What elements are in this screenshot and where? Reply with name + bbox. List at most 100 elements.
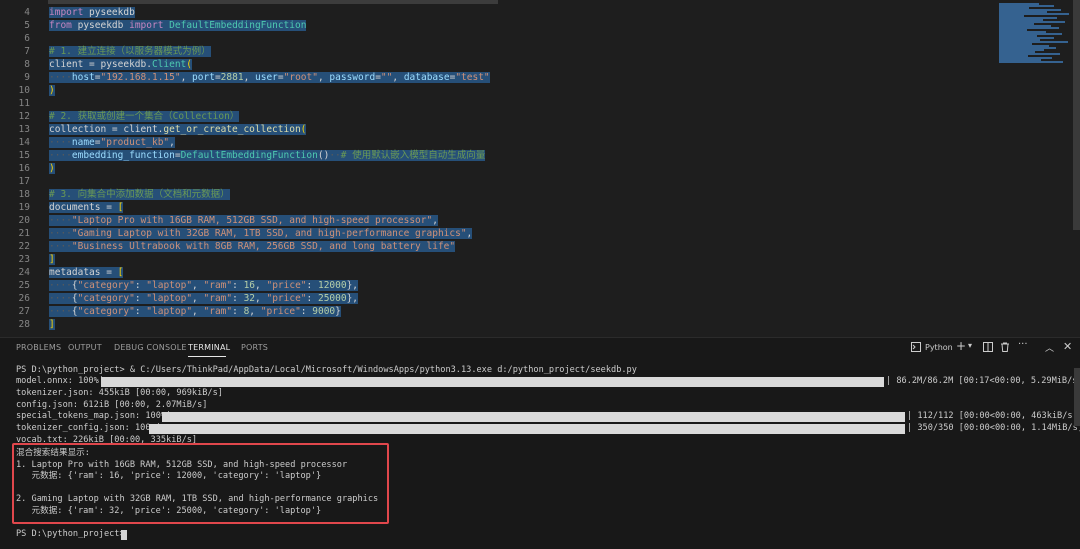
code-line[interactable]: 20 ····"Laptop Pro with 16GB RAM, 512GB S… — [0, 214, 995, 227]
code-line[interactable]: 11 — [0, 97, 995, 110]
code-editor[interactable]: 4 import pyseekdb 5 from pyseekdb import De… — [0, 0, 1080, 337]
code-line[interactable]: 28] — [0, 318, 995, 331]
ellipsis-icon[interactable]: ··· — [1018, 339, 1028, 350]
code-text: ) — [49, 163, 55, 174]
line-number: 14 — [18, 137, 30, 148]
code-line[interactable]: 9 ····host="192.168.1.15", port=2881, use… — [0, 71, 995, 84]
code-line[interactable]: 18 # 3. 向集合中添加数据（文档和元数据） — [0, 188, 995, 201]
line-number: 13 — [18, 124, 30, 135]
trash-icon[interactable] — [1000, 342, 1010, 355]
line-number: 18 — [18, 189, 30, 200]
line-number: 19 — [18, 202, 30, 213]
code-text: documents = [ — [49, 202, 124, 213]
code-line[interactable]: 10) — [0, 84, 995, 97]
line-number: 25 — [18, 280, 30, 291]
code-text: ····{"category": "laptop", "ram": 16, "p… — [49, 280, 359, 291]
code-line[interactable]: 26 ····{"category": "laptop", "ram": 32, … — [0, 292, 995, 305]
chevron-down-icon[interactable]: ▾ — [968, 341, 972, 350]
code-text: client = pyseekdb.Client( — [49, 59, 193, 70]
code-text: # 1. 建立连接（以服务器模式为例） — [49, 46, 211, 57]
code-line[interactable]: 17 — [0, 175, 995, 188]
line-number: 4 — [24, 7, 30, 18]
code-line[interactable]: 19 documents = [ — [0, 201, 995, 214]
code-line[interactable]: 22 ····"Business Ultrabook with 8GB RAM, … — [0, 240, 995, 253]
tab-ports[interactable]: PORTS — [241, 343, 268, 352]
final-prompt: PS D:\python_project> — [16, 529, 130, 539]
tab-debug-console[interactable]: DEBUG CONSOLE — [114, 343, 187, 352]
script-arg: d:/python_project/seekdb.py — [492, 365, 637, 375]
model-onnx-progress-bar — [101, 377, 884, 387]
code-text: # 2. 获取或创建一个集合（Collection） — [49, 111, 240, 122]
tokenizer-config-progress-bar — [149, 424, 905, 434]
code-line[interactable]: 27 ····{"category": "laptop", "ram": 8, "… — [0, 305, 995, 318]
code-line[interactable]: 7 # 1. 建立连接（以服务器模式为例） — [0, 45, 995, 58]
code-text: import pyseekdb — [49, 7, 135, 18]
code-text: ····host="192.168.1.15", port=2881, user… — [49, 72, 490, 83]
code-line[interactable]: 14 ····name="product_kb", — [0, 136, 995, 149]
code-line[interactable]: 24 metadatas = [ — [0, 266, 995, 279]
vocab-txt-line: vocab.txt: 226kiB [00:00, 335kiB/s] — [16, 435, 198, 443]
code-text: ····"Gaming Laptop with 32GB RAM, 1TB SS… — [49, 228, 473, 239]
code-line[interactable]: 12 # 2. 获取或创建一个集合（Collection） — [0, 110, 995, 123]
line-number: 21 — [18, 228, 30, 239]
line-number: 22 — [18, 241, 30, 252]
tab-terminal[interactable]: TERMINAL — [188, 343, 230, 352]
line-number: 12 — [18, 111, 30, 122]
tab-problems[interactable]: PROBLEMS — [16, 343, 61, 352]
line-number: 16 — [18, 163, 30, 174]
line-number: 26 — [18, 293, 30, 304]
code-text: collection = client.get_or_create_collec… — [49, 124, 307, 135]
split-icon[interactable] — [983, 342, 993, 355]
shell-label[interactable]: Python — [925, 343, 953, 352]
code-line[interactable]: 15 ····embedding_function=DefaultEmbeddin… — [0, 149, 995, 162]
line-number: 11 — [18, 98, 30, 109]
code-text: ] — [49, 319, 55, 330]
line-number: 15 — [18, 150, 30, 161]
code-line[interactable]: 6 — [0, 32, 995, 45]
model-onnx-stats: | 86.2M/86.2M [00:17<00:00, 5.29MiB/s] — [886, 376, 1080, 386]
code-line[interactable]: 13 collection = client.get_or_create_coll… — [0, 123, 995, 136]
line-number: 5 — [24, 20, 30, 31]
minimap-line — [999, 61, 1063, 63]
special-tokens-label: special_tokens_map.json: 100%| — [16, 411, 172, 421]
code-line[interactable]: 8 client = pyseekdb.Client( — [0, 58, 995, 71]
code-line[interactable]: 23] — [0, 253, 995, 266]
command-line: PS D:\python_project> & C:/Users/ThinkPa… — [16, 365, 637, 376]
highlight-box — [12, 443, 389, 524]
code-text: ····embedding_function=DefaultEmbeddingF… — [49, 150, 486, 161]
code-text: ····{"category": "laptop", "ram": 32, "p… — [49, 293, 359, 304]
tokenizer-config-stats: | 350/350 [00:00<00:00, 1.14MiB/s] — [907, 423, 1080, 433]
line-number: 17 — [18, 176, 30, 187]
line-number: 28 — [18, 319, 30, 330]
line-number: 27 — [18, 306, 30, 317]
code-line[interactable]: 16) — [0, 162, 995, 175]
code-text: ) — [49, 85, 55, 96]
close-icon[interactable]: ✕ — [1063, 340, 1072, 353]
line-number: 10 — [18, 85, 30, 96]
line-number: 9 — [24, 72, 30, 83]
terminal-scrollbar[interactable] — [1074, 368, 1080, 426]
special-tokens-stats: | 112/112 [00:00<00:00, 463kiB/s] — [907, 411, 1078, 421]
plus-icon[interactable]: + — [956, 339, 966, 353]
line-number: 8 — [24, 59, 30, 70]
code-line[interactable]: 5 from pyseekdb import DefaultEmbeddingFu… — [0, 19, 995, 32]
code-text: ····"Business Ultrabook with 8GB RAM, 25… — [49, 241, 456, 252]
editor-scrollbar[interactable] — [1073, 0, 1080, 230]
line-number: 7 — [24, 46, 30, 57]
maximize-icon[interactable]: ︿ — [1045, 341, 1054, 354]
prompt: PS D:\python_project> & — [16, 365, 141, 375]
python-path: C:/Users/ThinkPad/AppData/Local/Microsof… — [140, 365, 493, 375]
special-tokens-progress-bar — [162, 412, 905, 422]
code-line[interactable]: 21 ····"Gaming Laptop with 32GB RAM, 1TB … — [0, 227, 995, 240]
line-number: 24 — [18, 267, 30, 278]
model-onnx-label: model.onnx: 100%| — [16, 376, 104, 386]
code-text: ····"Laptop Pro with 16GB RAM, 512GB SSD… — [49, 215, 438, 226]
minimap[interactable] — [995, 0, 1080, 337]
code-line[interactable]: 25 ····{"category": "laptop", "ram": 16, … — [0, 279, 995, 292]
code-line[interactable]: 4 import pyseekdb — [0, 6, 995, 19]
tokenizer-config-label: tokenizer_config.json: 100%| — [16, 423, 161, 433]
active-tab-indicator — [188, 356, 226, 357]
tab-output[interactable]: OUTPUT — [68, 343, 102, 352]
terminal-icon — [911, 342, 921, 355]
code-text: # 3. 向集合中添加数据（文档和元数据） — [49, 189, 230, 200]
